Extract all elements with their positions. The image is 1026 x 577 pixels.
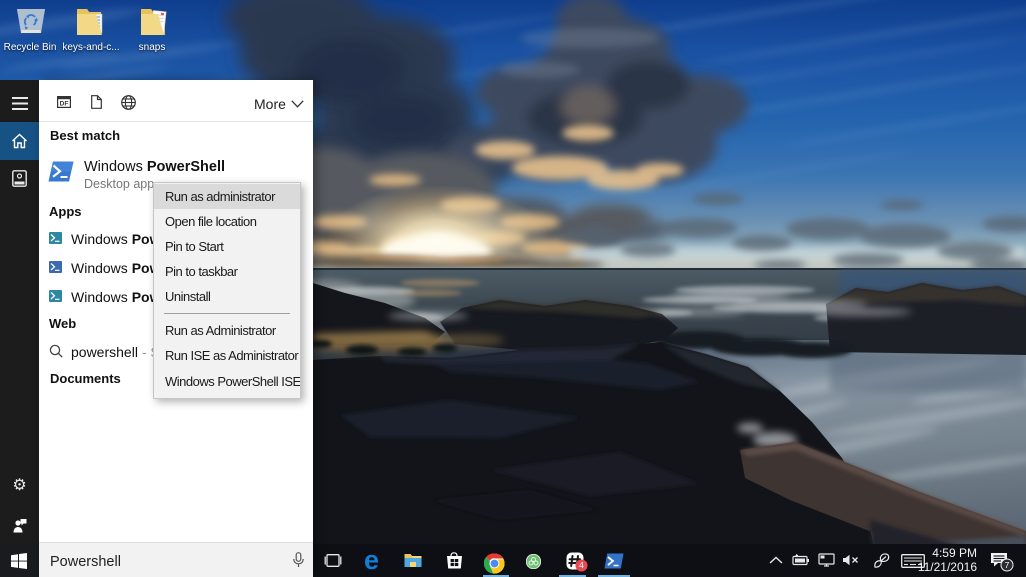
svg-text:4: 4 [579, 560, 584, 570]
svg-text:7: 7 [1005, 560, 1010, 570]
svg-text:DF: DF [60, 101, 69, 108]
